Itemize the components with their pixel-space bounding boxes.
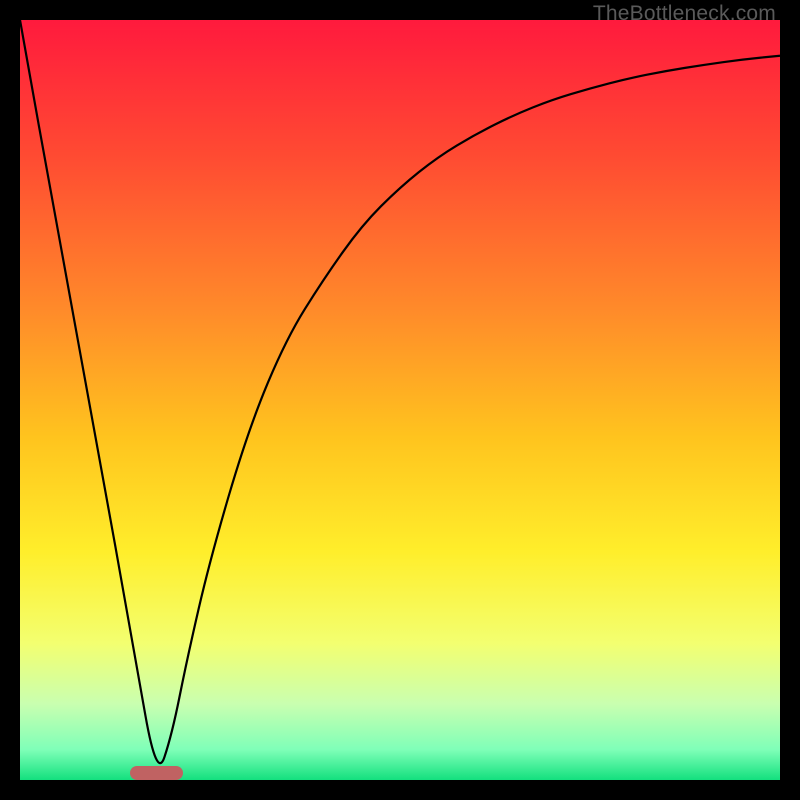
plot-area xyxy=(20,20,780,780)
notch-marker xyxy=(130,766,183,780)
bottleneck-curve xyxy=(20,20,780,763)
watermark-text: TheBottleneck.com xyxy=(593,2,776,26)
curve-layer xyxy=(20,20,780,780)
